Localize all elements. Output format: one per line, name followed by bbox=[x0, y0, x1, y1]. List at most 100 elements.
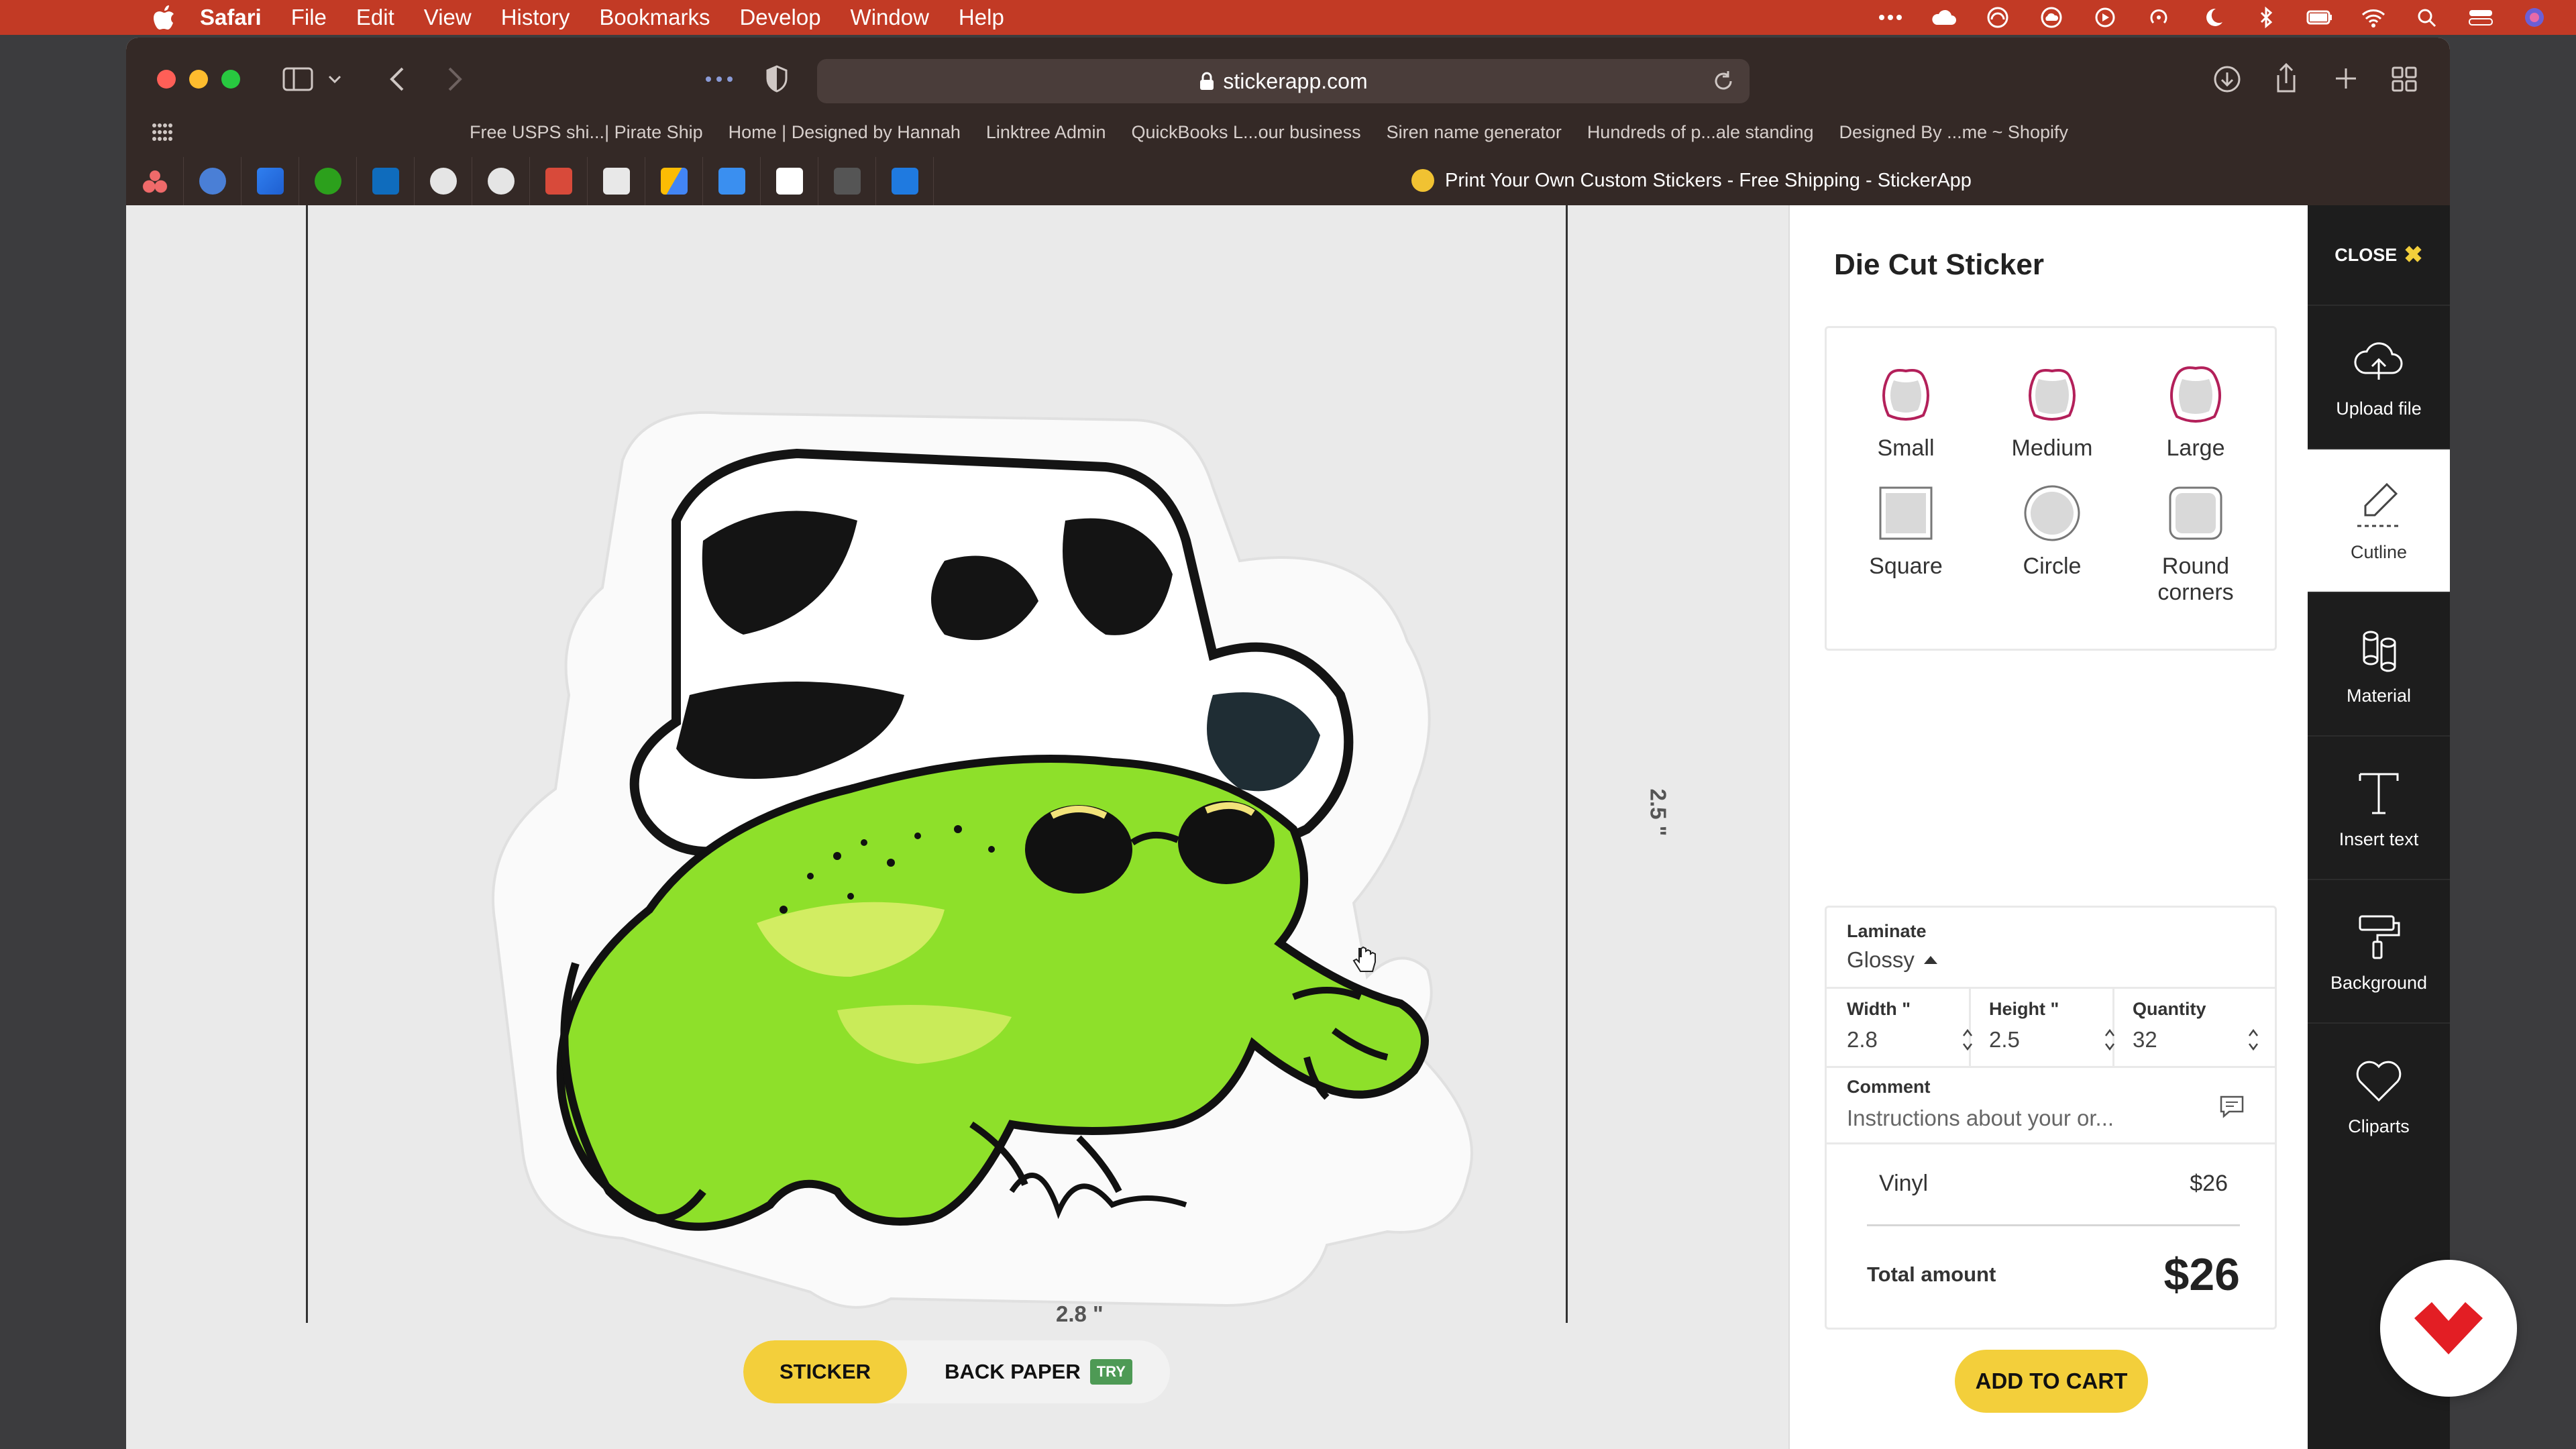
bookmark-shopify[interactable]: Designed By ...me ~ Shopify bbox=[1839, 122, 2068, 143]
laminate-select[interactable]: Laminate Glossy bbox=[1847, 921, 1937, 973]
tool-material[interactable]: Material bbox=[2308, 592, 2450, 735]
stickerapp-chat-button[interactable] bbox=[2380, 1260, 2517, 1397]
bookmark-hundreds-of-p[interactable]: Hundreds of p...ale standing bbox=[1587, 122, 1814, 143]
lock-icon bbox=[1200, 72, 1214, 90]
menu-window[interactable]: Window bbox=[851, 5, 929, 30]
address-bar[interactable]: stickerapp.com bbox=[817, 59, 1750, 103]
text-t-icon bbox=[2352, 766, 2406, 820]
quantity-stepper-icon[interactable] bbox=[2247, 1026, 2260, 1053]
menu-edit[interactable]: Edit bbox=[356, 5, 394, 30]
control-center-icon[interactable] bbox=[2466, 5, 2496, 30]
pinned-tab-outlook[interactable] bbox=[357, 157, 415, 205]
creative-cloud-icon[interactable] bbox=[1983, 5, 2012, 30]
quantity-field[interactable]: Quantity 32 bbox=[2133, 999, 2260, 1053]
shape-label-large: Large bbox=[2166, 435, 2225, 461]
bluetooth-icon[interactable] bbox=[2251, 5, 2281, 30]
browser-window: stickerapp.com Free USPS shi...| Pirate … bbox=[126, 38, 2450, 1449]
spotlight-search-icon[interactable] bbox=[2412, 5, 2442, 30]
minimize-window-button[interactable] bbox=[189, 70, 208, 89]
back-icon[interactable] bbox=[388, 66, 407, 93]
shape-option-circle[interactable]: Circle bbox=[1985, 480, 2119, 580]
menu-bookmarks[interactable]: Bookmarks bbox=[599, 5, 710, 30]
active-tab[interactable]: Print Your Own Custom Stickers - Free Sh… bbox=[1411, 169, 1972, 192]
shape-option-round-corners[interactable]: Round corners bbox=[2129, 480, 2263, 606]
chevron-down-icon[interactable] bbox=[327, 72, 342, 86]
back-paper-mode-button[interactable]: BACK PAPER TRY bbox=[907, 1340, 1170, 1403]
tab-overview-icon[interactable] bbox=[2391, 66, 2418, 93]
width-field[interactable]: Width " 2.8 bbox=[1847, 999, 1974, 1053]
pinned-tab-tree[interactable] bbox=[184, 157, 241, 205]
new-tab-icon[interactable] bbox=[2333, 66, 2359, 91]
page-menu-dots-icon[interactable] bbox=[703, 72, 735, 86]
sticker-mode-button[interactable]: STICKER bbox=[743, 1340, 907, 1403]
tool-insert-text[interactable]: Insert text bbox=[2308, 735, 2450, 879]
more-dots-icon[interactable] bbox=[1876, 5, 1905, 30]
pinned-tab-asana[interactable] bbox=[126, 157, 184, 205]
pinned-tab-globe-1[interactable] bbox=[415, 157, 472, 205]
apple-menu-icon[interactable] bbox=[153, 5, 186, 30]
siri-icon[interactable] bbox=[2520, 5, 2549, 30]
menu-view[interactable]: View bbox=[424, 5, 472, 30]
menu-help[interactable]: Help bbox=[959, 5, 1004, 30]
bookmark-linktree-admin[interactable]: Linktree Admin bbox=[986, 122, 1106, 143]
privacy-shield-icon[interactable] bbox=[765, 64, 789, 93]
comment-input[interactable]: Instructions about your or... bbox=[1847, 1106, 2263, 1131]
cloud-sync-icon[interactable] bbox=[1929, 5, 1959, 30]
quantity-value: 32 bbox=[2133, 1027, 2157, 1052]
downloads-icon[interactable] bbox=[2212, 64, 2242, 94]
close-panel-button[interactable]: CLOSE ✖ bbox=[2308, 205, 2450, 305]
round-corners-shape-icon bbox=[2162, 480, 2229, 547]
shape-option-medium[interactable]: Medium bbox=[1985, 362, 2119, 462]
tool-cutline[interactable]: Cutline bbox=[2308, 448, 2450, 592]
moon-icon[interactable] bbox=[2198, 5, 2227, 30]
design-canvas[interactable]: 2.8 " 2.5 " STICKER BACK PAPER TRY bbox=[126, 205, 1790, 1449]
shape-option-square[interactable]: Square bbox=[1839, 480, 1973, 580]
width-stepper-icon[interactable] bbox=[1961, 1026, 1974, 1053]
sticker-artwork[interactable] bbox=[421, 319, 1481, 1319]
forward-icon[interactable] bbox=[445, 66, 464, 93]
cloud-app-icon[interactable] bbox=[2037, 5, 2066, 30]
active-tab-title: Print Your Own Custom Stickers - Free Sh… bbox=[1445, 169, 1972, 191]
cloud-upload-icon bbox=[2352, 335, 2406, 389]
sidebar-toggle-icon[interactable] bbox=[282, 66, 314, 93]
airdrop-icon[interactable] bbox=[2144, 5, 2174, 30]
height-field[interactable]: Height " 2.5 bbox=[1989, 999, 2116, 1053]
die-cut-large-icon bbox=[2162, 362, 2229, 429]
share-icon[interactable] bbox=[2273, 62, 2300, 94]
shape-label-circle: Circle bbox=[2023, 553, 2082, 579]
pinned-tab-blue-app[interactable] bbox=[876, 157, 934, 205]
pinned-tab-ox[interactable] bbox=[588, 157, 645, 205]
pinned-tab-globe-2[interactable] bbox=[472, 157, 530, 205]
close-window-button[interactable] bbox=[157, 70, 176, 89]
menu-app-name[interactable]: Safari bbox=[200, 5, 262, 30]
height-stepper-icon[interactable] bbox=[2103, 1026, 2116, 1053]
pinned-tab-quickbooks[interactable] bbox=[299, 157, 357, 205]
tool-background[interactable]: Background bbox=[2308, 879, 2450, 1022]
pinned-tab-check[interactable] bbox=[241, 157, 299, 205]
pinned-tab-google-ads[interactable] bbox=[645, 157, 703, 205]
menu-develop[interactable]: Develop bbox=[739, 5, 820, 30]
pinned-tab-no[interactable] bbox=[530, 157, 588, 205]
bookmark-quickbooks[interactable]: QuickBooks L...our business bbox=[1131, 122, 1360, 143]
bookmark-pirate-ship[interactable]: Free USPS shi...| Pirate Ship bbox=[470, 122, 703, 143]
bookmark-designed-by-hannah[interactable]: Home | Designed by Hannah bbox=[729, 122, 961, 143]
comment-field[interactable]: Comment Instructions about your or... bbox=[1847, 1077, 2263, 1131]
play-icon[interactable] bbox=[2090, 5, 2120, 30]
apps-grid-icon[interactable] bbox=[150, 120, 174, 144]
pinned-tab-cloud[interactable] bbox=[703, 157, 761, 205]
menu-history[interactable]: History bbox=[501, 5, 570, 30]
shape-option-small[interactable]: Small bbox=[1839, 362, 1973, 462]
menu-file[interactable]: File bbox=[291, 5, 327, 30]
add-to-cart-button[interactable]: ADD TO CART bbox=[1955, 1350, 2148, 1413]
window-controls bbox=[157, 70, 254, 89]
pinned-tab-tools[interactable] bbox=[818, 157, 876, 205]
zoom-window-button[interactable] bbox=[221, 70, 240, 89]
pinned-tab-shopify[interactable] bbox=[761, 157, 818, 205]
shape-option-large[interactable]: Large bbox=[2129, 362, 2263, 462]
wifi-icon[interactable] bbox=[2359, 5, 2388, 30]
tool-cliparts[interactable]: Cliparts bbox=[2308, 1022, 2450, 1166]
tool-upload-file[interactable]: Upload file bbox=[2308, 305, 2450, 448]
bookmark-siren-name-generator[interactable]: Siren name generator bbox=[1387, 122, 1562, 143]
reload-icon[interactable] bbox=[1712, 70, 1735, 93]
battery-icon[interactable] bbox=[2305, 5, 2334, 30]
